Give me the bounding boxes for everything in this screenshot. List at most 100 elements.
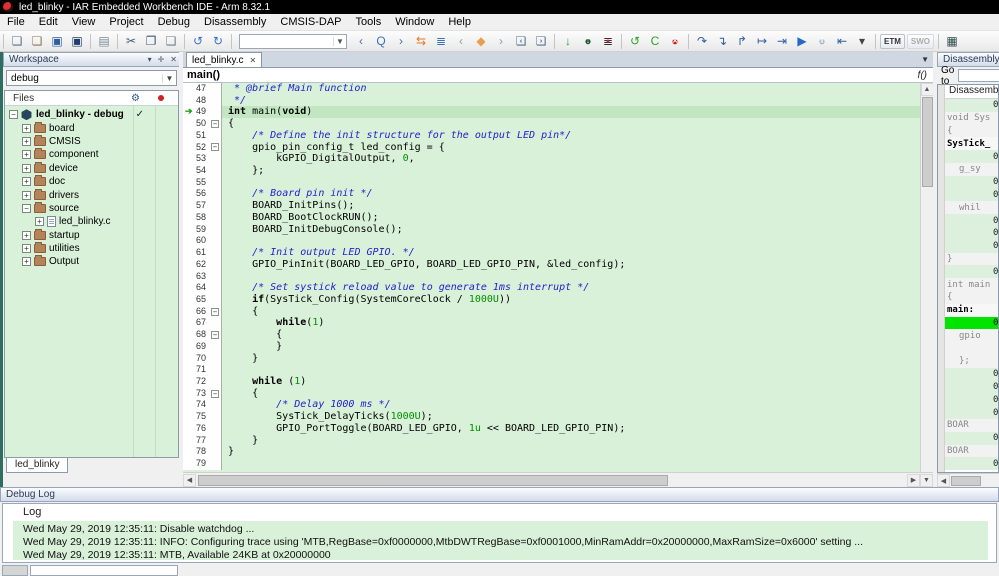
fold-column[interactable]: − [209,329,222,341]
chevron-down-icon[interactable]: ▼ [162,73,176,83]
code-line-75[interactable]: 75 SysTick_DelayTicks(1000U); [183,411,920,423]
disassembly-row[interactable]: 0 [945,380,998,394]
tree-item-doc[interactable]: + doc [5,175,178,188]
scroll-left-icon[interactable]: ◀ [183,473,196,487]
disassembly-row[interactable]: 0 [945,406,998,419]
save-icon[interactable]: ▣ [48,33,66,50]
copy-icon[interactable]: ❐ [142,33,160,50]
menu-item-window[interactable]: Window [388,15,441,29]
disassembly-row[interactable]: 0 [945,431,998,445]
fold-column[interactable] [209,176,222,189]
debug-log-header[interactable]: Debug Log [0,487,999,502]
code-line-60[interactable]: 60 [183,235,920,248]
code-line-70[interactable]: 70 } [183,352,920,365]
disassembly-row[interactable]: BOAR [945,418,998,432]
scrollbar-thumb[interactable] [198,474,668,486]
code-line-79[interactable]: 79 [183,458,920,470]
run-to-cursor-icon[interactable]: ⇥ [773,33,791,50]
undo-icon[interactable]: ↺ [189,33,207,50]
tree-item-component[interactable]: + component [5,148,178,161]
disassembly-row[interactable]: SysTick_ [945,137,998,151]
fold-column[interactable] [209,446,222,458]
fold-collapse-icon[interactable]: − [211,389,219,398]
menu-item-project[interactable]: Project [102,15,150,29]
fold-column[interactable]: − [209,118,222,130]
tree-item-output[interactable]: + Output [5,255,178,268]
function-list-icon[interactable]: f() [918,70,927,81]
fold-collapse-icon[interactable]: − [211,120,219,129]
expand-icon[interactable]: + [22,163,31,173]
disassembly-row[interactable]: gpio [945,329,998,343]
cut-icon[interactable]: ✂ [122,33,140,50]
code-line-53[interactable]: 53 kGPIO_DigitalOutput, 0, [183,153,920,166]
fold-column[interactable] [209,352,222,365]
print-icon[interactable]: ▤ [95,33,113,50]
expand-icon[interactable]: + [22,257,31,267]
code-line-48[interactable]: 48 */ [183,94,920,107]
next-file-icon[interactable]: ❏ › [532,33,550,50]
fold-collapse-icon[interactable]: − [211,330,219,339]
disassembly-current-row[interactable]: 0 [945,316,998,330]
disassembly-row[interactable]: g_sy [945,162,998,176]
swo-button[interactable]: SWO [906,33,934,49]
vertical-scrollbar[interactable]: ▲ [920,83,933,472]
code-line-74[interactable]: 74 /* Delay 1000 ms */ [183,399,920,412]
code-line-76[interactable]: 76 GPIO_PortToggle(BOARD_LED_GPIO, 1u <<… [183,422,920,435]
menu-item-debug[interactable]: Debug [151,15,197,29]
nav-forward-icon[interactable]: › [392,33,410,50]
code-line-72[interactable]: 72 while (1) [183,375,920,388]
menu-item-edit[interactable]: Edit [32,15,65,29]
fold-collapse-icon[interactable]: − [211,143,219,152]
download-flash-icon[interactable]: ● ↓ [579,33,597,50]
expand-icon[interactable]: + [22,177,31,187]
trace-list-icon[interactable]: ≣ [432,33,450,50]
go-icon[interactable]: ▶ [793,33,811,50]
disassembly-row[interactable]: 0 [945,188,998,202]
code-line-55[interactable]: 55 [183,176,920,189]
download-icon[interactable]: ↓ [559,33,577,50]
bottom-tab-debug-log[interactable] [30,565,178,576]
code-line-47[interactable]: 47 * @brief Main function [183,83,920,95]
break-icon[interactable]: ● ‖ [813,33,831,50]
menu-item-tools[interactable]: Tools [349,15,389,29]
fold-column[interactable] [209,153,222,166]
fold-column[interactable] [209,235,222,248]
fold-column[interactable] [209,258,222,271]
expand-icon[interactable]: + [22,230,31,240]
tree-item-device[interactable]: + device [5,161,178,175]
code-line-56[interactable]: 56 /* Board pin init */ [183,188,920,201]
stop-debug-icon[interactable]: ● ✕ [666,33,684,50]
gear-icon[interactable]: ⚙ [131,93,140,104]
close-tab-icon[interactable]: ✕ [250,56,257,65]
search-input[interactable] [240,35,333,47]
expand-icon[interactable]: + [22,136,31,146]
scroll-right-icon[interactable]: ▶ [907,473,920,487]
pin-icon[interactable]: ✛ [158,55,165,64]
split-view-icon[interactable]: ▼ [920,473,933,487]
code-line-59[interactable]: 59 BOARD_InitDebugConsole(); [183,223,920,236]
new-document-icon[interactable]: ❏ [8,33,26,50]
fold-column[interactable] [209,458,222,470]
step-out-icon[interactable]: ↱ [733,33,751,50]
fold-column[interactable] [209,375,222,388]
disassembly-row[interactable]: 0 [945,239,998,253]
fold-column[interactable] [209,129,222,142]
fold-column[interactable] [209,317,222,330]
chevron-down-icon[interactable]: ▼ [333,36,346,46]
bottom-tab[interactable] [2,565,28,576]
log-entries[interactable]: Wed May 29, 2019 12:35:11: Disable watch… [13,521,988,561]
code-line-50[interactable]: 50−{ [183,118,920,130]
fold-column[interactable] [209,211,222,224]
code-line-69[interactable]: 69 } [183,340,920,353]
collapse-icon[interactable]: − [9,110,18,120]
workspace-header[interactable]: Workspace ▾ ✛ ✕ [3,52,183,67]
fold-column[interactable] [209,411,222,423]
tree-item-startup[interactable]: + startup [5,228,178,242]
code-line-63[interactable]: 63 [183,270,920,283]
fold-column[interactable]: − [209,141,222,154]
fold-collapse-icon[interactable]: − [211,307,219,316]
tree-item-drivers[interactable]: + drivers [5,188,178,201]
step-over-icon[interactable]: ↷ [693,33,711,50]
expand-icon[interactable]: + [22,190,31,200]
code-line-64[interactable]: 64 /* Set systick reload value to genera… [183,282,920,294]
